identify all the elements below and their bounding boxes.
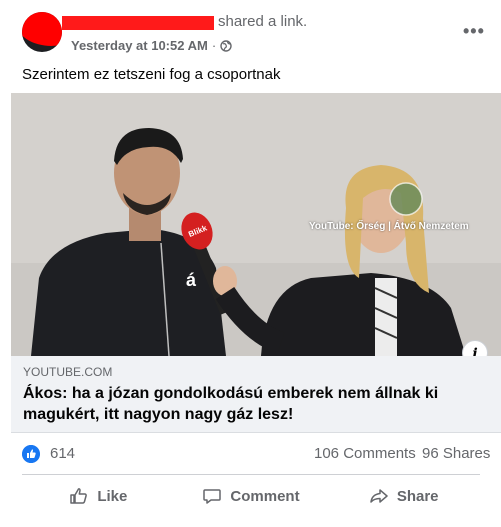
action-bar: Like Comment Share: [22, 478, 480, 514]
shares-count[interactable]: 96 Shares: [422, 445, 490, 462]
shirt-letter: á: [186, 270, 197, 290]
more-options-icon[interactable]: •••: [463, 22, 485, 40]
share-button[interactable]: Share: [327, 478, 480, 514]
separator-dot: ·: [211, 38, 217, 53]
share-arrow-icon: [370, 489, 388, 503]
watermark-text: YouTube: Őrség | Átvő Nemzetem: [309, 221, 469, 232]
link-title[interactable]: Ákos: ha a józan gondolkodású emberek ne…: [23, 383, 493, 425]
share-label: Share: [396, 487, 439, 505]
link-domain: YOUTUBE.COM: [23, 365, 113, 379]
link-preview[interactable]: YOUTUBE.COM Ákos: ha a józan gondolkodás…: [11, 356, 501, 433]
avatar[interactable]: [22, 12, 62, 52]
comment-button[interactable]: Comment: [175, 478, 328, 514]
comment-icon: [203, 489, 222, 504]
video-thumbnail[interactable]: á Blikk YouTube: Őrség | Átvő Nemzetem: [11, 93, 501, 356]
globe-icon[interactable]: [220, 39, 232, 52]
like-count[interactable]: 614: [50, 445, 75, 462]
shared-link-text: shared a link.: [218, 13, 308, 30]
redaction-mark: [22, 12, 62, 46]
like-label: Like: [97, 487, 128, 505]
reaction-stats: 614 106 Comments 96 Shares: [22, 444, 492, 464]
like-reaction-icon[interactable]: [22, 445, 40, 463]
author-name-redacted[interactable]: [62, 16, 214, 30]
comment-label: Comment: [230, 487, 300, 505]
comments-count[interactable]: 106 Comments: [314, 445, 416, 462]
post-card: shared a link. Yesterday at 10:52 AM · •…: [0, 0, 501, 527]
timestamp[interactable]: Yesterday at 10:52 AM: [71, 38, 208, 53]
divider: [22, 474, 480, 475]
post-body-text: Szerintem ez tetszeni fog a csoportnak: [22, 66, 281, 83]
post-meta: Yesterday at 10:52 AM ·: [71, 38, 232, 53]
like-button[interactable]: Like: [22, 478, 175, 514]
thumbs-up-icon: [70, 488, 88, 504]
